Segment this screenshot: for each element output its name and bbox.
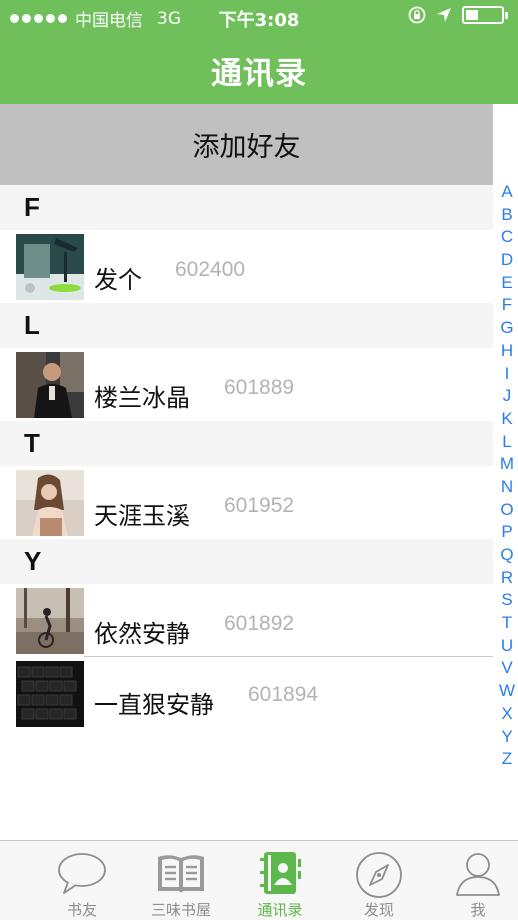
- avatar: [16, 588, 84, 654]
- index-letter-h[interactable]: H: [496, 340, 518, 363]
- index-letter-a[interactable]: A: [496, 181, 518, 204]
- contact-id: 601892: [224, 612, 295, 635]
- tab-label: 通讯录: [257, 901, 303, 919]
- contact-id: 602400: [175, 258, 246, 281]
- contact-row[interactable]: 楼兰冰晶 601889: [0, 348, 493, 420]
- avatar: [16, 470, 84, 536]
- tab-bookstore[interactable]: 三味书屋: [131, 841, 231, 920]
- location-arrow-icon: [437, 8, 451, 22]
- contact-name: 楼兰冰晶: [94, 384, 190, 412]
- status-bar: 中国电信 3G 下午3:08: [0, 0, 518, 34]
- contact-row[interactable]: 依然安静 601892: [0, 584, 493, 656]
- tab-label: 发现: [363, 901, 394, 919]
- book-icon: [158, 855, 204, 893]
- index-letter-x[interactable]: X: [496, 703, 518, 726]
- index-letter-f[interactable]: F: [496, 294, 518, 317]
- tab-label: 三味书屋: [150, 901, 211, 919]
- battery-icon: [462, 6, 508, 24]
- index-letter-w[interactable]: W: [496, 680, 518, 703]
- index-letter-r[interactable]: R: [496, 567, 518, 590]
- tab-me[interactable]: 我: [428, 841, 518, 920]
- contact-id: 601889: [224, 376, 295, 399]
- tab-label: 我: [470, 901, 486, 919]
- page-title: 通讯录: [211, 56, 307, 92]
- top-bar: 中国电信 3G 下午3:08 通讯录: [0, 0, 518, 104]
- tab-contacts[interactable]: 通讯录: [230, 841, 330, 920]
- tab-book-friends[interactable]: 书友: [32, 841, 132, 920]
- contact-row[interactable]: 天涯玉溪 601952: [0, 466, 493, 538]
- index-letter-b[interactable]: B: [496, 204, 518, 227]
- avatar: [16, 661, 84, 727]
- section-header-f: F: [0, 185, 493, 230]
- index-letter-p[interactable]: P: [496, 521, 518, 544]
- index-letter-q[interactable]: Q: [496, 544, 518, 567]
- index-letter-t[interactable]: T: [496, 612, 518, 635]
- contact-name: 一直狠安静: [94, 691, 214, 719]
- index-letter-o[interactable]: O: [496, 499, 518, 522]
- contact-row[interactable]: 发个 602400: [0, 230, 493, 302]
- contact-id: 601952: [224, 494, 295, 517]
- rotation-lock-icon: [408, 6, 426, 24]
- index-letter-l[interactable]: L: [496, 431, 518, 454]
- index-letter-i[interactable]: I: [496, 363, 518, 386]
- alphabet-index[interactable]: ABCDEFGHIJKLMNOPQRSTUVWXYZ: [496, 181, 518, 771]
- index-letter-n[interactable]: N: [496, 476, 518, 499]
- index-letter-c[interactable]: C: [496, 226, 518, 249]
- section-header-t: T: [0, 421, 493, 466]
- index-letter-u[interactable]: U: [496, 635, 518, 658]
- person-icon: [456, 853, 500, 896]
- index-letter-d[interactable]: D: [496, 249, 518, 272]
- contact-row[interactable]: 一直狠安静 601894: [0, 657, 493, 729]
- contact-name: 依然安静: [94, 620, 190, 648]
- section-header-l: L: [0, 303, 493, 348]
- avatar: [16, 352, 84, 418]
- tab-label: 书友: [66, 901, 97, 919]
- add-friend-button[interactable]: 添加好友: [0, 104, 493, 185]
- chat-bubble-icon: [58, 853, 106, 894]
- tab-bar: 书友 三味书屋 通讯录 发现 我: [0, 840, 518, 920]
- section-header-y: Y: [0, 539, 493, 584]
- index-letter-m[interactable]: M: [496, 453, 518, 476]
- contact-id: 601894: [248, 683, 319, 706]
- avatar: [16, 234, 84, 300]
- index-letter-e[interactable]: E: [496, 272, 518, 295]
- index-letter-v[interactable]: V: [496, 657, 518, 680]
- index-letter-j[interactable]: J: [496, 385, 518, 408]
- index-letter-y[interactable]: Y: [496, 726, 518, 749]
- index-letter-g[interactable]: G: [496, 317, 518, 340]
- compass-icon: [356, 852, 402, 898]
- contact-name: 天涯玉溪: [94, 502, 190, 530]
- index-letter-z[interactable]: Z: [496, 748, 518, 771]
- contact-name: 发个: [94, 266, 142, 294]
- index-letter-s[interactable]: S: [496, 589, 518, 612]
- index-letter-k[interactable]: K: [496, 408, 518, 431]
- tab-discover[interactable]: 发现: [329, 841, 429, 920]
- contacts-book-icon: [260, 852, 301, 894]
